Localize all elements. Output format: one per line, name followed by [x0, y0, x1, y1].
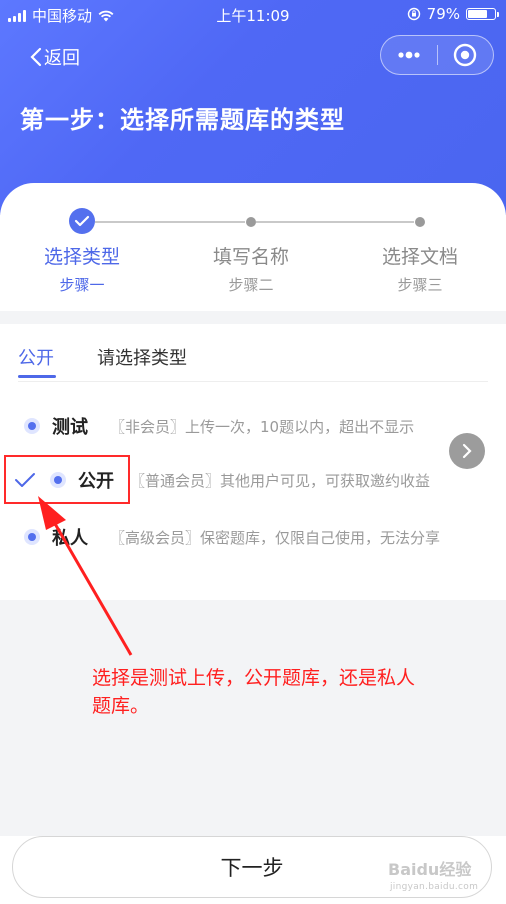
- watermark: Baidu经验 jingyan.baidu.com: [380, 846, 500, 904]
- more-button[interactable]: [381, 36, 437, 74]
- radio-icon: [24, 529, 40, 545]
- tab-divider: [18, 381, 488, 382]
- type-prompt: 请选择类型: [97, 348, 187, 369]
- battery-fill: [468, 10, 487, 18]
- rotation-lock-icon: [407, 7, 420, 21]
- scroll-next-button[interactable]: [449, 433, 485, 469]
- step-2-label: 填写名称: [212, 246, 289, 268]
- step-1-label: 选择类型: [43, 246, 120, 268]
- step-1-sub: 步骤一: [59, 276, 105, 294]
- option-name: 私人: [52, 528, 88, 549]
- more-dots-icon: [398, 51, 420, 59]
- option-desc: 〖高级会员〗保密题库，仅限自己使用，无法分享: [110, 528, 441, 547]
- option-desc: 〖普通会员〗其他用户可见，可获取邀约收益: [130, 471, 431, 490]
- status-bar: 中国移动 上午11:09 79%: [0, 0, 506, 28]
- step-1-check-icon: [69, 208, 95, 234]
- target-circle-icon: [454, 43, 477, 67]
- back-label: 返回: [44, 48, 80, 69]
- step-2-dot: [246, 217, 256, 227]
- status-right: 79%: [407, 5, 499, 23]
- option-private[interactable]: 私人 〖高级会员〗保密题库，仅限自己使用，无法分享: [24, 524, 440, 550]
- chevron-left-icon: [30, 47, 42, 67]
- step-3-dot: [415, 217, 425, 227]
- next-step-label: 下一步: [220, 856, 284, 880]
- annotation-text: 选择是测试上传，公开题库，还是私人题库。: [92, 667, 416, 717]
- option-desc: 〖非会员〗上传一次，10题以内，超出不显示: [110, 417, 415, 436]
- watermark-brand: Baidu经验: [388, 860, 472, 879]
- step-2-sub: 步骤二: [228, 276, 274, 294]
- close-button[interactable]: [438, 36, 494, 74]
- page-title: 第一步：选择所需题库的类型: [20, 106, 345, 134]
- step-3-label: 选择文档: [381, 246, 458, 268]
- back-button[interactable]: 返回: [30, 44, 80, 70]
- radio-icon: [24, 418, 40, 434]
- chevron-right-icon: [462, 443, 472, 459]
- option-name: 测试: [52, 417, 88, 438]
- step-3-sub: 步骤三: [397, 276, 443, 294]
- tab-public[interactable]: 公开: [18, 344, 54, 370]
- step-connector-1: [95, 221, 245, 223]
- annotation-highlight-box: [4, 455, 130, 504]
- battery-percent: 79%: [426, 5, 460, 23]
- step-connector-2: [256, 221, 414, 223]
- tab-underline: [18, 375, 56, 378]
- battery-icon: [466, 8, 499, 20]
- option-test[interactable]: 测试 〖非会员〗上传一次，10题以内，超出不显示: [24, 413, 414, 439]
- miniprogram-capsule: [380, 35, 494, 75]
- watermark-url: jingyan.baidu.com: [390, 882, 479, 892]
